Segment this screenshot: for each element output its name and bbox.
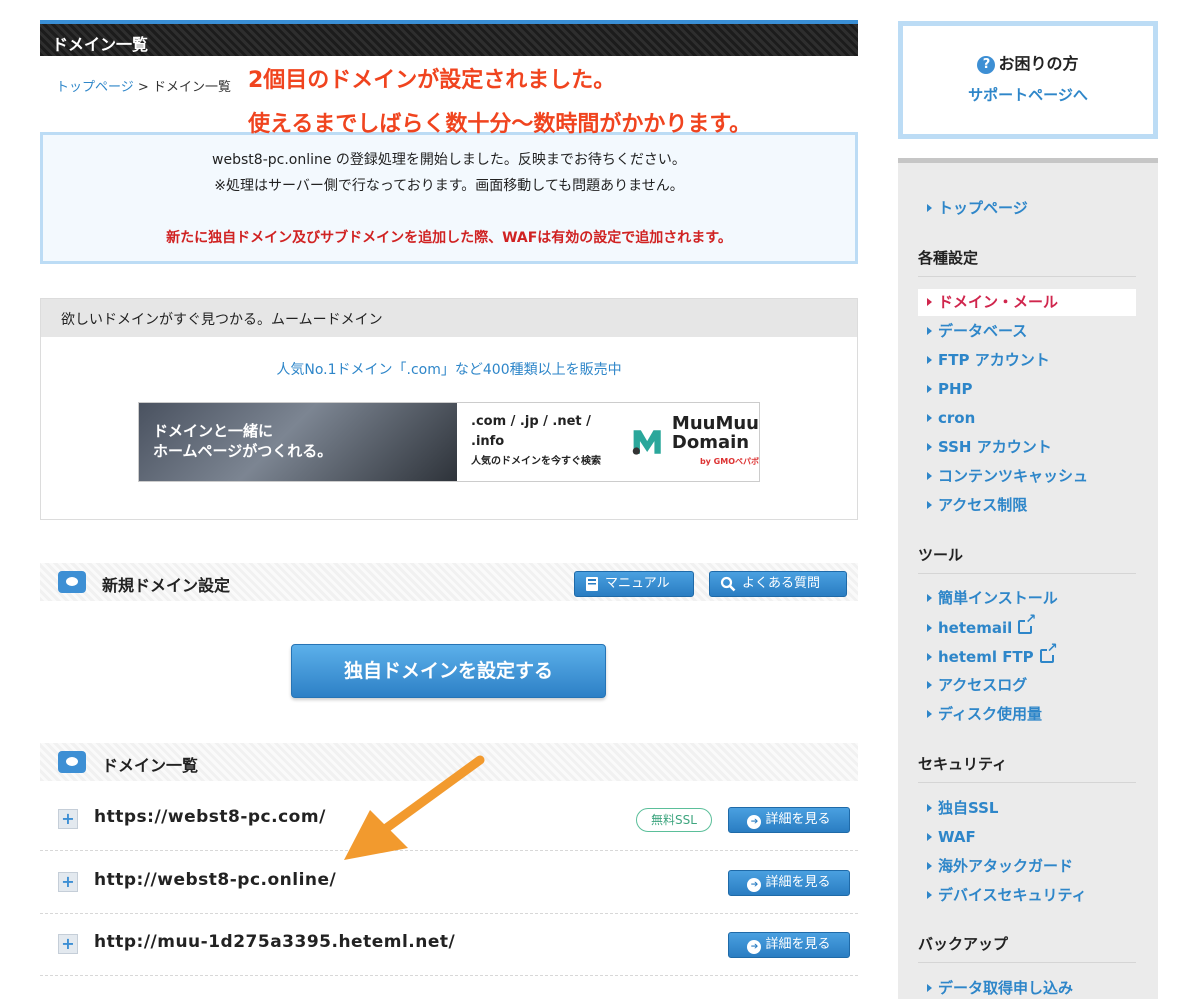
arrow-right-icon: ➔ [747, 878, 762, 892]
question-icon: ? [977, 56, 996, 74]
sidebar-item-device-security[interactable]: デバイスセキュリティ [918, 882, 1136, 909]
expand-plus-icon[interactable]: + [58, 872, 78, 892]
view-details-button[interactable]: ➔ 詳細を見る [728, 870, 850, 896]
arrow-right-icon: ➔ [747, 940, 762, 954]
sidebar-item-overseas-attack-guard[interactable]: 海外アタックガード [918, 853, 1136, 880]
support-page-link[interactable]: サポートページへ [903, 84, 1153, 105]
search-icon [720, 576, 736, 592]
sidebar-item-custom-ssl[interactable]: 独自SSL [918, 795, 1136, 822]
promo-box: 欲しいドメインがすぐ見つかる。ムームードメイン 人気No.1ドメイン「.com」… [40, 298, 858, 520]
notice-line-1: webst8-pc.online の登録処理を開始しました。反映までお待ちくださ… [212, 152, 686, 168]
muumuu-logo-icon [632, 430, 661, 455]
sidebar-group-backup: バックアップ [918, 933, 1136, 963]
promo-header: 欲しいドメインがすぐ見つかる。ムームードメイン [41, 299, 857, 337]
sidebar-item-ssh-account[interactable]: SSH アカウント [918, 434, 1136, 461]
domain-row: + http://muu-1d275a3395.heteml.net/ ➔ 詳細を… [40, 914, 858, 976]
view-details-label: 詳細を見る [765, 812, 831, 827]
add-custom-domain-button[interactable]: 独自ドメインを設定する [291, 644, 606, 698]
faq-button[interactable]: よくある質問 [709, 571, 847, 597]
logo-line-1: MuuMuu [671, 412, 759, 434]
sidebar-item-database[interactable]: データベース [918, 318, 1136, 345]
banner-tlds: .com / .jp / .net / .info 人気のドメインを今すぐ検索 [471, 412, 614, 472]
expand-plus-icon[interactable]: + [58, 934, 78, 954]
external-link-icon [1039, 642, 1058, 663]
main-column: ドメイン一覧 トップページ > ドメイン一覧 [40, 20, 858, 95]
notice-line-2: ※処理はサーバー側で行なっております。画面移動しても問題ありません。 [214, 178, 684, 194]
banner-tagline: 人気のドメインを今すぐ検索 [471, 456, 601, 467]
banner-photo: ドメインと一緒に ホームページがつくれる。 [139, 403, 457, 481]
banner-photo-line-2: ホームページがつくれる。 [153, 442, 333, 460]
banner-right: .com / .jp / .net / .info 人気のドメインを今すぐ検索 … [457, 403, 759, 481]
new-domain-section-title: 新規ドメイン設定 [102, 576, 231, 595]
domain-name: http://muu-1d275a3395.heteml.net/ [94, 932, 456, 952]
sidebar-item-hetemail[interactable]: hetemail [918, 613, 1136, 642]
muumuu-logo-text: MuuMuu Domain by GMOペパボ [672, 414, 759, 471]
domain-list-section-title: ドメイン一覧 [102, 756, 199, 775]
sidebar-item-heteml-ftp[interactable]: heteml FTP [918, 642, 1136, 671]
sidebar-item-ftp-account[interactable]: FTP アカウント [918, 347, 1136, 374]
section-cloud-icon [58, 571, 86, 593]
sidebar: トップページ 各種設定 ドメイン・メール データベース FTP アカウント PH… [898, 158, 1158, 999]
sidebar-item-top[interactable]: トップページ [918, 195, 1136, 222]
view-details-label: 詳細を見る [765, 875, 831, 890]
section-cloud-icon [58, 751, 86, 773]
sidebar-group-settings: 各種設定 [918, 247, 1136, 277]
sidebar-item-waf[interactable]: WAF [918, 824, 1136, 851]
view-details-button[interactable]: ➔ 詳細を見る [728, 807, 850, 833]
domain-name: http://webst8-pc.online/ [94, 870, 337, 890]
logo-by: by GMOペパボ [699, 456, 759, 466]
status-notice: webst8-pc.online の登録処理を開始しました。反映までお待ちくださ… [40, 132, 858, 264]
sidebar-item-content-cache[interactable]: コンテンツキャッシュ [918, 463, 1136, 490]
free-ssl-badge: 無料SSL [636, 808, 712, 832]
annotation-line-2: 使えるまでしばらく数十分〜数時間がかかります。 [248, 112, 752, 137]
new-domain-section-header: 新規ドメイン設定 マニュアル よくある質問 [40, 563, 858, 601]
sidebar-item-access-log[interactable]: アクセスログ [918, 672, 1136, 699]
sidebar-item-access-restriction[interactable]: アクセス制限 [918, 492, 1136, 519]
external-link-icon [1018, 613, 1037, 634]
banner-tld-list: .com / .jp / .net / .info [471, 414, 591, 449]
breadcrumb-home-link[interactable]: トップページ [56, 80, 134, 95]
sidebar-item-php[interactable]: PHP [918, 376, 1136, 403]
view-details-label: 詳細を見る [765, 937, 831, 952]
sidebar-item-easy-install[interactable]: 簡単インストール [918, 585, 1136, 612]
faq-button-label: よくある質問 [742, 576, 821, 591]
breadcrumb-separator: > [137, 80, 149, 95]
sidebar-item-domain-mail[interactable]: ドメイン・メール [918, 289, 1136, 316]
domain-name: https://webst8-pc.com/ [94, 807, 326, 827]
notice-waf-warning: 新たに独自ドメイン及びサブドメインを追加した際、WAFは有効の設定で追加されます… [166, 230, 732, 246]
view-details-button[interactable]: ➔ 詳細を見る [728, 932, 850, 958]
help-title: ? お困りの方 [903, 50, 1153, 74]
sidebar-item-hetemail-label: hetemail [938, 619, 1013, 637]
manual-button[interactable]: マニュアル [574, 571, 694, 597]
sidebar-item-data-request[interactable]: データ取得申し込み [918, 975, 1136, 999]
book-icon [586, 577, 598, 591]
breadcrumb-current: ドメイン一覧 [152, 80, 231, 95]
sidebar-item-heteml-ftp-label: heteml FTP [938, 648, 1034, 666]
annotation-arrow-icon [344, 755, 485, 860]
sidebar-item-disk-usage[interactable]: ディスク使用量 [918, 701, 1136, 728]
breadcrumb: トップページ > ドメイン一覧 [56, 76, 231, 95]
promo-banner[interactable]: ドメインと一緒に ホームページがつくれる。 .com / .jp / .net … [138, 402, 760, 482]
help-box: ? お困りの方 サポートページへ [898, 21, 1158, 139]
manual-button-label: マニュアル [605, 576, 670, 591]
page-title: ドメイン一覧 [40, 20, 858, 56]
arrow-right-icon: ➔ [747, 815, 762, 829]
annotation-line-1: 2個目のドメインが設定されました。 [248, 68, 616, 93]
sidebar-group-tools: ツール [918, 544, 1136, 574]
logo-line-2: Domain [671, 431, 750, 453]
sidebar-group-security: セキュリティ [918, 753, 1136, 783]
banner-photo-line-1: ドメインと一緒に [153, 422, 274, 440]
promo-link[interactable]: 人気No.1ドメイン「.com」など400種類以上を販売中 [41, 359, 857, 379]
sidebar-item-cron[interactable]: cron [918, 405, 1136, 432]
help-title-text: お困りの方 [998, 54, 1079, 73]
expand-plus-icon[interactable]: + [58, 809, 78, 829]
